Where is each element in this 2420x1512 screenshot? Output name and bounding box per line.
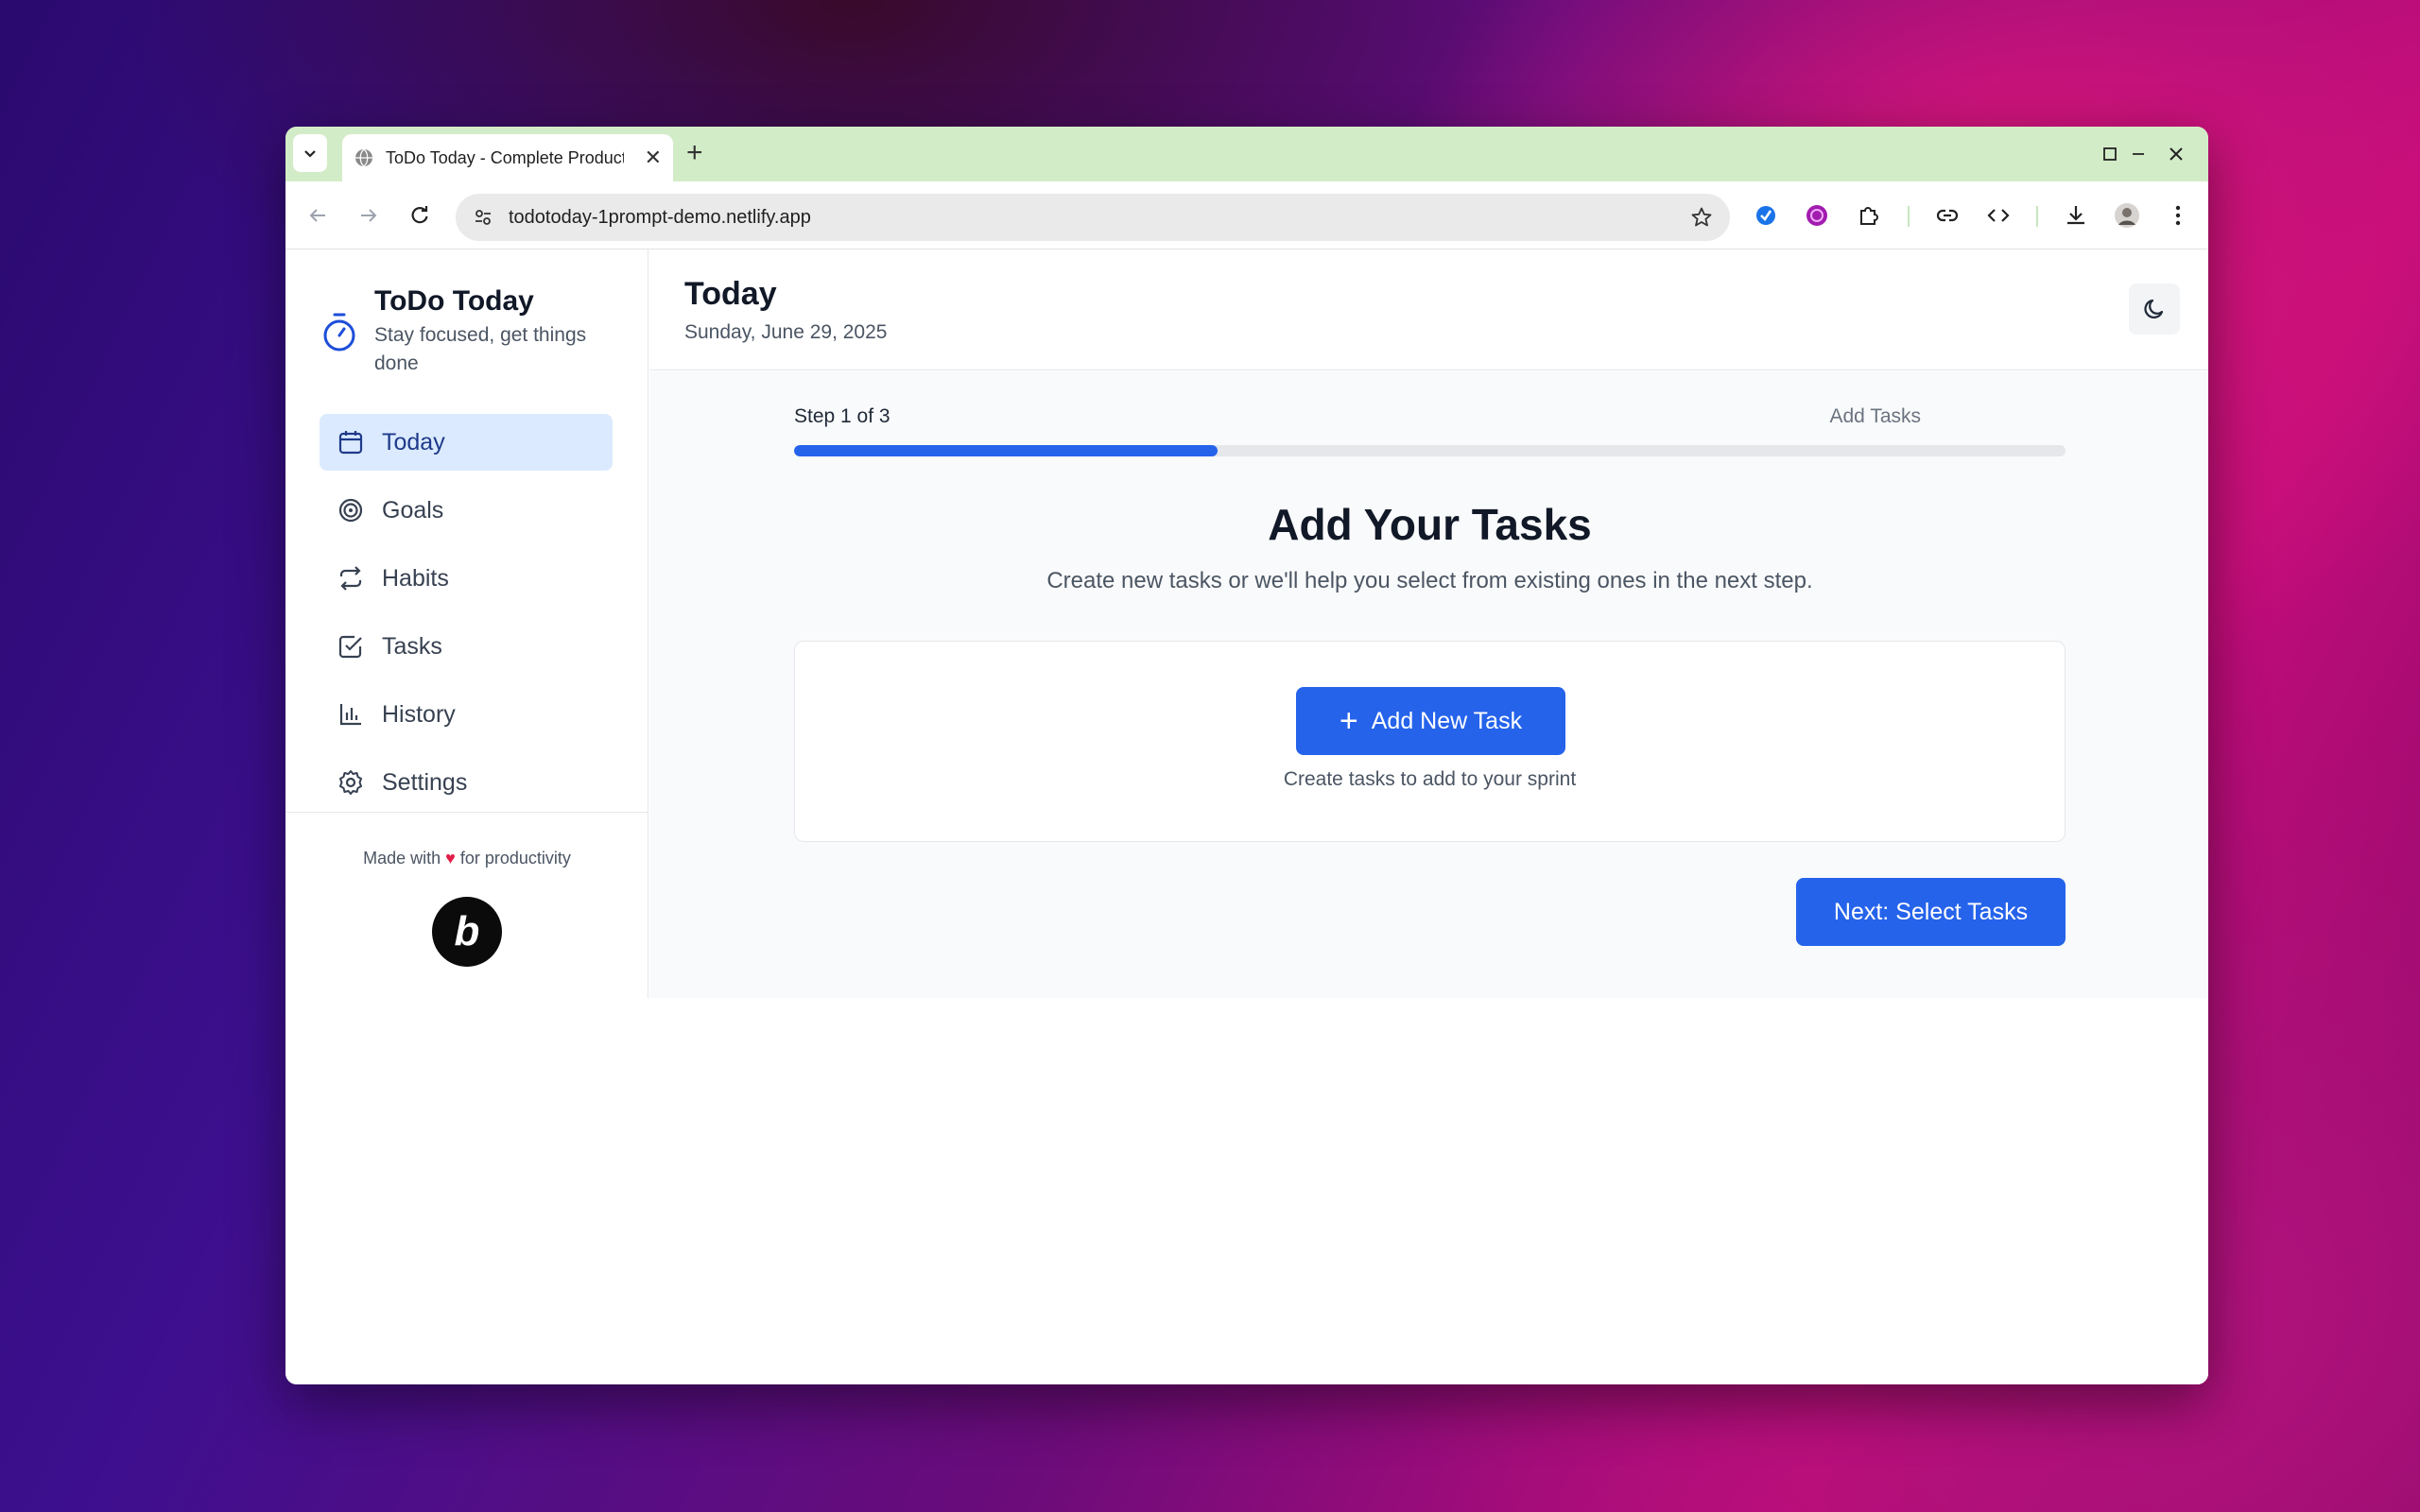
gear-icon — [337, 768, 365, 797]
page-date: Sunday, June 29, 2025 — [684, 321, 888, 343]
bar-chart-icon — [337, 700, 365, 729]
sidebar-item-label: Tasks — [382, 632, 442, 660]
puzzle-icon — [1860, 207, 1878, 225]
sidebar-item-label: Settings — [382, 768, 468, 796]
wizard-heading: Add Your Tasks — [1268, 500, 1592, 549]
extensions-button[interactable] — [1853, 200, 1883, 231]
address-bar[interactable]: todotoday-1prompt-demo.netlify.app — [456, 194, 1730, 241]
check-square-icon — [337, 632, 365, 661]
toolbar-separator — [1908, 206, 1910, 227]
footer-prefix: Made with — [363, 849, 441, 868]
globe-icon — [355, 148, 372, 167]
avatar-icon — [2115, 203, 2139, 228]
wizard-section: Step 1 of 3 Add Tasks Add Your Tasks Cre… — [649, 371, 2208, 998]
app-root: ToDo Today Stay focused, get things done… — [285, 249, 2208, 1384]
progress-fill — [794, 445, 1218, 456]
extension-blue-button[interactable] — [1751, 200, 1781, 231]
tab-strip: ToDo Today - Complete Productivity ✕ + — [285, 127, 2208, 181]
made-with-text: Made with ♥ for productivity — [285, 849, 648, 868]
new-tab-button[interactable]: + — [686, 136, 703, 170]
heart-icon: ♥ — [445, 849, 456, 868]
target-icon — [337, 496, 365, 524]
footer-suffix: for productivity — [459, 849, 571, 868]
reload-button[interactable] — [405, 200, 435, 231]
browser-menu-button[interactable] — [2163, 200, 2193, 231]
link-icon — [1936, 209, 1959, 222]
maximize-button[interactable] — [2091, 138, 2129, 170]
back-button[interactable] — [302, 200, 333, 231]
step-name: Add Tasks — [1829, 405, 1922, 427]
sidebar: ToDo Today Stay focused, get things done… — [285, 249, 648, 998]
main-content: Today Sunday, June 29, 2025 Step 1 of 3 … — [649, 249, 2208, 1384]
browser-window: ToDo Today - Complete Productivity ✕ + t… — [285, 127, 2208, 1384]
download-icon — [2067, 206, 2084, 225]
browser-toolbar: todotoday-1prompt-demo.netlify.app — [285, 181, 2208, 249]
close-window-button[interactable] — [2157, 138, 2195, 170]
code-button[interactable] — [1983, 200, 2014, 231]
chevron-down-icon — [304, 150, 316, 158]
blue-extension-icon — [1756, 206, 1775, 225]
downloads-button[interactable] — [2061, 200, 2091, 231]
sidebar-footer: Made with ♥ for productivity b — [285, 812, 648, 967]
repeat-icon — [337, 564, 365, 593]
minimize-icon — [2133, 153, 2144, 155]
sidebar-item-goals[interactable]: Goals — [320, 482, 613, 539]
add-new-task-label: Add New Task — [1371, 707, 1523, 734]
page-header: Today Sunday, June 29, 2025 — [649, 249, 2208, 370]
sidebar-item-label: Habits — [382, 564, 449, 592]
badge-letter: b — [454, 908, 480, 954]
moon-icon — [2144, 299, 2164, 318]
next-select-tasks-button[interactable]: Next: Select Tasks — [1796, 878, 2066, 946]
sidebar-item-tasks[interactable]: Tasks — [320, 618, 613, 675]
more-vertical-icon — [2175, 205, 2181, 226]
code-icon — [1987, 209, 2010, 222]
step-indicator: Step 1 of 3 — [794, 405, 890, 427]
arrow-right-icon — [361, 209, 377, 222]
sidebar-item-today[interactable]: Today — [320, 414, 613, 471]
timer-icon — [323, 313, 355, 352]
wizard-subheading: Create new tasks or we'll help you selec… — [1046, 568, 1813, 593]
arrow-left-icon — [309, 209, 325, 222]
plus-icon: + — [1339, 703, 1358, 739]
progress-bar — [794, 445, 2066, 456]
calendar-icon — [337, 428, 365, 456]
link-button[interactable] — [1932, 200, 1962, 231]
purple-extension-icon — [1806, 205, 1827, 226]
card-hint: Create tasks to add to your sprint — [1283, 768, 1577, 790]
profile-button[interactable] — [2112, 200, 2142, 231]
extension-purple-button[interactable] — [1802, 200, 1832, 231]
browser-tab[interactable]: ToDo Today - Complete Productivity ✕ — [342, 134, 673, 181]
close-tab-icon[interactable]: ✕ — [645, 146, 662, 170]
page-title: Today — [684, 276, 777, 312]
add-task-card: + Add New Task Create tasks to add to yo… — [794, 641, 2066, 842]
url-text: todotoday-1prompt-demo.netlify.app — [509, 206, 811, 228]
tab-title: ToDo Today - Complete Productivity — [386, 147, 624, 167]
sidebar-nav: Today Goals Habits Tasks History Setting… — [320, 414, 613, 822]
sidebar-item-label: History — [382, 700, 456, 728]
sidebar-item-settings[interactable]: Settings — [320, 754, 613, 811]
tab-search-button[interactable] — [293, 134, 327, 172]
brand: ToDo Today Stay focused, get things done — [320, 285, 620, 378]
sidebar-item-label: Today — [382, 428, 445, 455]
forward-button[interactable] — [354, 200, 384, 231]
star-icon[interactable] — [1690, 206, 1713, 229]
sidebar-item-habits[interactable]: Habits — [320, 550, 613, 607]
app-tagline: Stay focused, get things done — [374, 324, 587, 374]
toolbar-separator — [2036, 206, 2038, 227]
close-icon — [2169, 147, 2183, 161]
maximize-icon — [2103, 147, 2117, 161]
site-settings-icon — [475, 210, 491, 225]
sidebar-item-label: Goals — [382, 496, 444, 524]
bolt-badge-logo[interactable]: b — [432, 897, 502, 967]
app-name: ToDo Today — [374, 285, 534, 317]
theme-toggle-button[interactable] — [2129, 284, 2180, 335]
reload-icon — [411, 206, 428, 224]
empty-area — [649, 998, 2208, 1384]
add-new-task-button[interactable]: + Add New Task — [1296, 687, 1565, 755]
sidebar-item-history[interactable]: History — [320, 686, 613, 743]
